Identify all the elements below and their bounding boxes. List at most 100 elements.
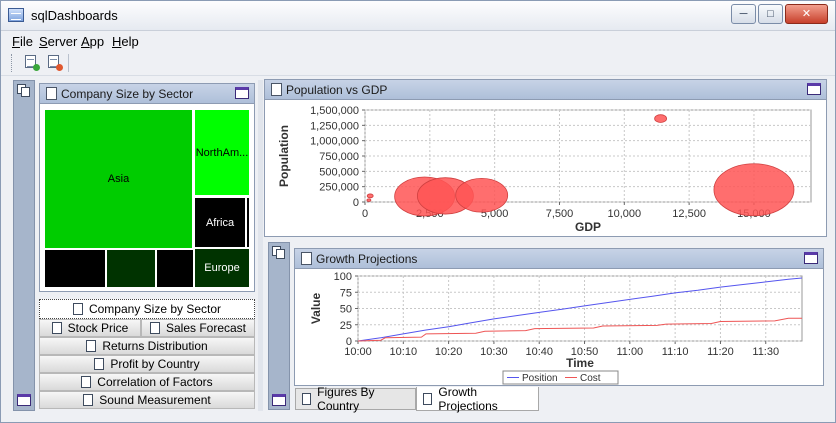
title-bar[interactable]: sqlDashboards ─ □ ✕ xyxy=(1,1,835,31)
treemap-panel-title: Company Size by Sector xyxy=(61,86,194,101)
document-icon xyxy=(94,358,105,370)
x-tick-label: 10:10 xyxy=(390,346,418,358)
toolbar xyxy=(1,50,835,76)
treemap-cell[interactable] xyxy=(106,249,156,288)
x-tick-label: 12,500 xyxy=(672,208,706,220)
nav-label: Returns Distribution xyxy=(102,339,208,353)
minimize-icon: ─ xyxy=(739,7,748,20)
legend-box xyxy=(502,370,619,385)
tab-growth-projections[interactable]: Growth Projections xyxy=(416,385,539,413)
toolbar-separator xyxy=(68,54,69,72)
scatter-point xyxy=(713,163,795,217)
treemap-cell[interactable] xyxy=(44,249,106,288)
treemap-cell-northamerica[interactable]: NorthAm... xyxy=(194,109,250,196)
add-document-button[interactable] xyxy=(23,54,41,72)
maximize-panel-icon[interactable] xyxy=(807,83,821,95)
y-tick-label: 50 xyxy=(340,304,352,316)
dock-window-icon[interactable] xyxy=(272,394,286,406)
menu-server[interactable]: Server xyxy=(39,34,77,49)
nav-label: Sales Forecast xyxy=(165,321,247,335)
nav-returns-distribution[interactable]: Returns Distribution xyxy=(39,337,255,355)
y-tick-label: 750,000 xyxy=(319,151,359,163)
treemap-cell-africa[interactable]: Africa xyxy=(194,197,246,248)
y-tick-label: 75 xyxy=(340,287,352,299)
x-axis-label: GDP xyxy=(575,220,601,234)
menu-app[interactable]: App xyxy=(81,34,104,49)
treemap-panel-header[interactable]: Company Size by Sector xyxy=(40,84,254,104)
document-icon xyxy=(46,87,57,100)
nav-sales-forecast[interactable]: Sales Forecast xyxy=(141,319,255,337)
x-tick-label: 10:20 xyxy=(435,346,463,358)
tab-figures-by-country[interactable]: Figures By Country xyxy=(295,385,416,413)
dock-copy-button[interactable] xyxy=(17,84,33,98)
nav-label: Stock Price xyxy=(67,321,129,335)
document-icon xyxy=(86,340,97,352)
scatter-point xyxy=(654,114,668,123)
y-tick-label: 0 xyxy=(346,336,352,348)
scatter-panel-header[interactable]: Population vs GDP xyxy=(265,80,826,100)
x-tick-label: 11:20 xyxy=(707,346,734,358)
y-tick-label: 500,000 xyxy=(319,166,359,178)
nav-company-size-by-sector[interactable]: Company Size by Sector xyxy=(39,299,255,319)
treemap-panel: Company Size by Sector Asia NorthAm... A… xyxy=(39,83,255,292)
app-window-icon xyxy=(8,8,24,22)
scatter-panel: Population vs GDP 02,5005,0007,50010,000… xyxy=(264,79,827,237)
document-icon xyxy=(302,393,312,405)
x-tick-label: 10:40 xyxy=(525,346,553,358)
menu-file[interactable]: File xyxy=(12,34,33,49)
document-icon xyxy=(81,376,92,388)
nav-label: Correlation of Factors xyxy=(97,375,213,389)
scatter-point xyxy=(366,198,372,202)
scatter-point xyxy=(366,193,374,199)
inner-dock-strip[interactable] xyxy=(268,242,290,410)
maximize-panel-icon[interactable] xyxy=(804,252,818,264)
treemap-cell-asia[interactable]: Asia xyxy=(44,109,193,249)
growth-panel: Growth Projections 10:00 10:10 10:20 10:30 1… xyxy=(294,248,824,386)
maximize-button[interactable]: □ xyxy=(758,4,783,24)
add-badge-icon xyxy=(33,64,40,71)
nav-label: Sound Measurement xyxy=(99,393,211,407)
dock-window-icon[interactable] xyxy=(17,394,31,406)
y-tick-label: 1,250,000 xyxy=(310,120,359,132)
growth-line-chart: 10:00 10:10 10:20 10:30 10:40 10:50 11:00 11:10… xyxy=(309,271,803,385)
document-icon xyxy=(72,303,83,315)
menu-help[interactable]: Help xyxy=(112,34,139,49)
x-tick-label: 0 xyxy=(362,208,368,220)
copy-icon-front xyxy=(21,87,30,97)
nav-sound-measurement[interactable]: Sound Measurement xyxy=(39,391,255,409)
x-tick-label: 11:30 xyxy=(752,346,779,358)
left-dock-strip[interactable] xyxy=(13,80,35,411)
nav-label: Company Size by Sector xyxy=(88,302,222,316)
nav-stock-price[interactable]: Stock Price xyxy=(39,319,141,337)
x-tick-label: 11:10 xyxy=(662,346,689,358)
application-window: sqlDashboards ─ □ ✕ File Server App Help xyxy=(0,0,836,423)
close-button[interactable]: ✕ xyxy=(785,4,828,24)
document-icon xyxy=(301,252,312,265)
treemap-cell[interactable] xyxy=(156,249,194,288)
maximize-icon: □ xyxy=(767,7,774,20)
document-icon xyxy=(423,392,433,405)
remove-document-button[interactable] xyxy=(46,54,64,72)
maximize-panel-icon[interactable] xyxy=(235,87,249,99)
vertical-splitter[interactable] xyxy=(258,80,263,411)
treemap-cell[interactable] xyxy=(246,197,250,248)
dock-copy-button[interactable] xyxy=(272,246,288,260)
growth-panel-header[interactable]: Growth Projections xyxy=(295,249,823,269)
copy-icon-front xyxy=(276,249,285,259)
chart-legend: Position Cost xyxy=(502,370,619,385)
legend-label-cost: Cost xyxy=(580,373,601,384)
document-icon xyxy=(83,394,94,406)
y-tick-label: 1,500,000 xyxy=(310,105,359,117)
treemap-cell-europe[interactable]: Europe xyxy=(194,248,250,288)
nav-profit-by-country[interactable]: Profit by Country xyxy=(39,355,255,373)
scatter-chart: 02,5005,0007,50010,00012,50015,0000250,0… xyxy=(277,105,812,234)
minimize-button[interactable]: ─ xyxy=(731,4,756,24)
remove-badge-icon xyxy=(56,64,63,71)
close-icon: ✕ xyxy=(801,7,812,20)
x-tick-label: 11:00 xyxy=(616,346,643,358)
y-axis-label: Population xyxy=(277,125,291,187)
nav-correlation-of-factors[interactable]: Correlation of Factors xyxy=(39,373,255,391)
toolbar-grip[interactable] xyxy=(11,54,14,72)
scatter-point xyxy=(455,177,509,213)
y-tick-label: 25 xyxy=(340,320,352,332)
